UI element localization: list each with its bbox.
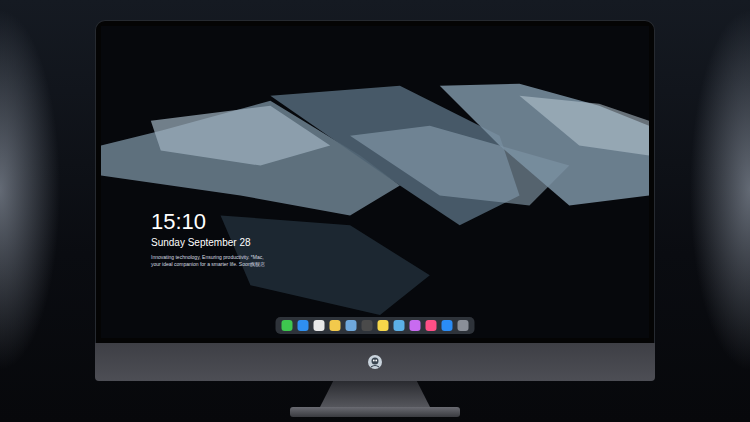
dock bbox=[276, 317, 475, 334]
tagline-line: Innovating technology, Ensuring producti… bbox=[151, 254, 266, 261]
dock-app-icon[interactable] bbox=[346, 320, 357, 331]
dock-app-icon[interactable] bbox=[458, 320, 469, 331]
tagline-text: Innovating technology, Ensuring producti… bbox=[151, 254, 266, 267]
dock-app-icon[interactable] bbox=[394, 320, 405, 331]
clock-time: 15:10 bbox=[151, 210, 266, 234]
dock-app-icon[interactable] bbox=[314, 320, 325, 331]
dock-app-icon[interactable] bbox=[362, 320, 373, 331]
stand-base bbox=[290, 407, 460, 417]
dock-app-icon[interactable] bbox=[330, 320, 341, 331]
clock-date: Sunday September 28 bbox=[151, 237, 266, 248]
monitor-stand bbox=[320, 381, 430, 407]
dock-app-icon[interactable] bbox=[298, 320, 309, 331]
brand-logo-icon bbox=[367, 354, 383, 370]
wallpaper-image bbox=[101, 26, 649, 338]
desktop-stage: 15:10 Sunday September 28 Innovating tec… bbox=[0, 0, 750, 422]
dock-app-icon[interactable] bbox=[282, 320, 293, 331]
dock-app-icon[interactable] bbox=[378, 320, 389, 331]
dock-app-icon[interactable] bbox=[442, 320, 453, 331]
dock-app-icon[interactable] bbox=[410, 320, 421, 331]
monitor-chin bbox=[95, 343, 655, 381]
tagline-line: your ideal companion for a smarter life.… bbox=[151, 261, 266, 268]
dock-app-icon[interactable] bbox=[426, 320, 437, 331]
lock-screen: 15:10 Sunday September 28 Innovating tec… bbox=[101, 26, 649, 338]
screen-bezel: 15:10 Sunday September 28 Innovating tec… bbox=[95, 20, 655, 343]
imac-monitor: 15:10 Sunday September 28 Innovating tec… bbox=[95, 20, 655, 381]
lock-clock: 15:10 Sunday September 28 Innovating tec… bbox=[151, 210, 266, 267]
